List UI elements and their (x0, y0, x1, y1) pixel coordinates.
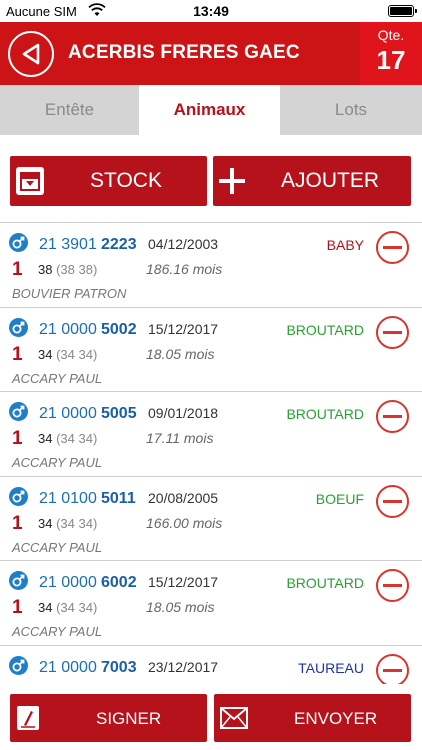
tab-lots[interactable]: Lots (280, 85, 422, 135)
weight-detail: (34 34) (56, 515, 98, 531)
animal-category: BROUTARD (286, 321, 364, 338)
envelope-icon (220, 707, 248, 729)
animal-id-suffix: 6002 (101, 574, 137, 591)
tab-animaux[interactable]: Animaux (139, 85, 280, 135)
animal-id-suffix: 2223 (101, 236, 137, 253)
remove-button[interactable] (376, 315, 409, 349)
animal-birth-date: 15/12/2017 (148, 320, 219, 337)
male-symbol-icon (9, 317, 28, 337)
animal-birth-date: 04/12/2003 (148, 236, 219, 252)
animal-number: 1 (12, 597, 23, 618)
remove-button[interactable] (376, 653, 409, 684)
status-time: 13:49 (193, 3, 229, 19)
battery-icon (388, 5, 417, 17)
animal-id-prefix: 21 0000 (39, 405, 97, 422)
send-button-label: ENVOYER (294, 709, 378, 728)
list-item[interactable]: 21 0000 5005 09/01/2018 BROUTARD 1 34 (3… (0, 392, 422, 477)
weight-detail: (34 34) (56, 346, 98, 362)
sign-button-label: SIGNER (96, 709, 162, 728)
archive-box-icon (16, 167, 44, 195)
animal-weight: 38 (38 38) (38, 262, 97, 277)
animal-weight: 34 (34 34) (38, 347, 97, 362)
animal-category: BOEUF (315, 490, 364, 507)
animal-weight: 34 (34 34) (38, 516, 97, 531)
add-button-label: AJOUTER (281, 169, 380, 192)
weight-value: 38 (38, 262, 53, 277)
animal-age: 18.05 mois (146, 599, 215, 615)
remove-button[interactable] (376, 231, 409, 264)
animal-number: 1 (12, 343, 23, 365)
animal-number: 1 (12, 512, 23, 534)
list-item[interactable]: 21 0000 7003 23/12/2017 TAUREAU (0, 645, 422, 684)
app-header: ACERBIS FRERES GAEC Qte. 17 (0, 22, 422, 85)
animal-list[interactable]: 21 3901 2223 04/12/2003 BABY 1 38 (38 38… (0, 222, 422, 684)
signature-icon (17, 706, 39, 730)
animal-category: BABY (326, 237, 364, 253)
weight-detail: (34 34) (56, 600, 98, 615)
animal-id-suffix: 7003 (101, 658, 137, 676)
weight-detail: (34 34) (56, 431, 98, 446)
weight-value: 34 (38, 431, 53, 446)
animal-owner: ACCARY PAUL (12, 624, 103, 639)
sign-button[interactable]: SIGNER (10, 694, 207, 742)
animal-owner: BOUVIER PATRON (12, 286, 127, 301)
male-symbol-icon (9, 655, 28, 675)
tab-bar: Entête Animaux Lots (0, 85, 422, 135)
male-symbol-icon (9, 233, 28, 252)
list-item[interactable]: 21 0100 5011 20/08/2005 BOEUF 1 34 (34 3… (0, 476, 422, 561)
send-button[interactable]: ENVOYER (214, 694, 411, 742)
animal-id-prefix: 21 0000 (39, 574, 97, 591)
stock-button-label: STOCK (90, 169, 162, 192)
remove-button[interactable] (376, 400, 409, 433)
remove-button[interactable] (376, 484, 409, 518)
animal-id-suffix: 5011 (101, 489, 136, 507)
animal-owner: ACCARY PAUL (12, 370, 103, 386)
animal-id-prefix: 21 0100 (39, 489, 97, 507)
plus-icon (219, 168, 245, 194)
male-symbol-icon (9, 486, 28, 506)
animal-weight: 34 (34 34) (38, 431, 97, 446)
animal-age: 17.11 mois (146, 430, 214, 446)
animal-category: TAUREAU (298, 659, 364, 676)
animal-number: 1 (12, 259, 23, 280)
animal-age: 186.16 mois (146, 261, 223, 277)
tab-entete[interactable]: Entête (0, 85, 139, 135)
stock-button[interactable]: STOCK (10, 156, 207, 206)
list-item[interactable]: 21 3901 2223 04/12/2003 BABY 1 38 (38 38… (0, 223, 422, 308)
animal-category: BROUTARD (286, 406, 364, 422)
animal-owner: ACCARY PAUL (12, 539, 103, 555)
animal-number: 1 (12, 428, 23, 449)
weight-value: 34 (38, 600, 53, 615)
weight-detail: (38 38) (56, 262, 98, 277)
animal-owner: ACCARY PAUL (12, 455, 103, 470)
page-title: ACERBIS FRERES GAEC (68, 42, 300, 63)
animal-birth-date: 23/12/2017 (148, 658, 219, 675)
list-item[interactable]: 21 0000 5002 15/12/2017 BROUTARD 1 34 (3… (0, 307, 422, 392)
animal-birth-date: 09/01/2018 (148, 405, 219, 421)
weight-value: 34 (38, 515, 53, 531)
animal-category: BROUTARD (286, 575, 364, 591)
animal-id-prefix: 21 0000 (39, 658, 97, 676)
animal-birth-date: 20/08/2005 (148, 489, 219, 506)
animal-age: 166.00 mois (146, 514, 223, 531)
weight-value: 34 (38, 346, 53, 362)
status-bar: Aucune SIM 13:49 (0, 0, 422, 22)
animal-id-prefix: 21 3901 (39, 236, 97, 253)
animal-age: 18.05 mois (146, 345, 215, 362)
quantity-badge: Qte. 17 (360, 22, 422, 85)
male-symbol-icon (9, 402, 28, 421)
list-item[interactable]: 21 0000 6002 15/12/2017 BROUTARD 1 34 (3… (0, 561, 422, 646)
back-arrow-icon (22, 43, 40, 65)
add-button[interactable]: AJOUTER (213, 156, 411, 206)
male-symbol-icon (9, 571, 28, 590)
back-button[interactable] (8, 31, 54, 77)
remove-button[interactable] (376, 569, 409, 602)
animal-id-suffix: 5005 (101, 405, 137, 422)
animal-weight: 34 (34 34) (38, 600, 97, 615)
animal-id-prefix: 21 0000 (39, 320, 97, 338)
quantity-value: 17 (376, 45, 406, 75)
animal-birth-date: 15/12/2017 (148, 574, 219, 590)
quantity-label: Qte. (377, 27, 405, 43)
animal-id-suffix: 5002 (101, 320, 137, 338)
